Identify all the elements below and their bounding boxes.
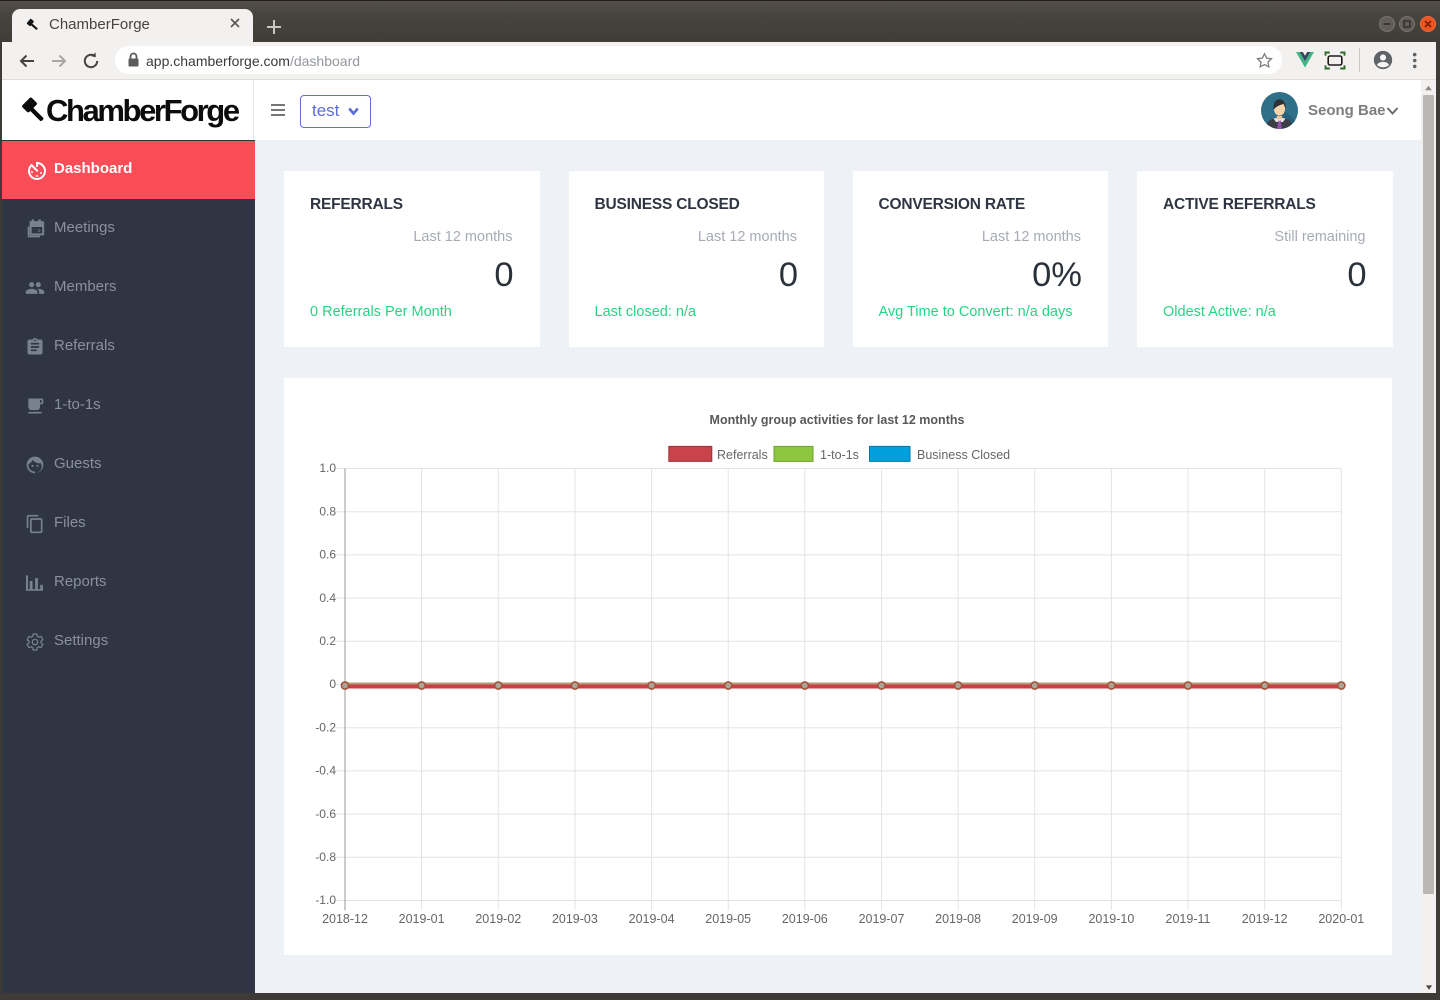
svg-text:0: 0 — [329, 677, 336, 691]
svg-text:2020-01: 2020-01 — [1318, 912, 1364, 926]
svg-text:2019-08: 2019-08 — [935, 912, 981, 926]
svg-text:2019-11: 2019-11 — [1166, 912, 1211, 926]
svg-text:-0.4: -0.4 — [315, 763, 336, 777]
svg-text:2019-01: 2019-01 — [399, 912, 445, 926]
svg-text:2018-12: 2018-12 — [322, 912, 368, 926]
svg-text:2019-05: 2019-05 — [705, 912, 751, 926]
svg-text:0.6: 0.6 — [319, 547, 336, 561]
svg-text:2019-04: 2019-04 — [629, 912, 675, 926]
svg-text:-0.6: -0.6 — [315, 806, 336, 820]
svg-text:-1.0: -1.0 — [315, 893, 336, 907]
svg-text:0.4: 0.4 — [319, 590, 336, 604]
svg-text:2019-02: 2019-02 — [475, 912, 521, 926]
svg-text:1-to-1s: 1-to-1s — [820, 448, 859, 462]
svg-text:Monthly group activities for l: Monthly group activities for last 12 mon… — [710, 413, 965, 427]
svg-text:0.8: 0.8 — [319, 504, 336, 518]
svg-text:-0.8: -0.8 — [315, 850, 336, 864]
svg-text:2019-12: 2019-12 — [1242, 912, 1288, 926]
svg-text:2019-07: 2019-07 — [859, 912, 905, 926]
svg-text:2019-10: 2019-10 — [1088, 912, 1134, 926]
svg-text:Referrals: Referrals — [717, 448, 768, 462]
svg-text:2019-06: 2019-06 — [782, 912, 828, 926]
svg-text:1.0: 1.0 — [319, 461, 336, 475]
svg-text:0.2: 0.2 — [319, 634, 336, 648]
svg-text:-0.2: -0.2 — [315, 720, 336, 734]
svg-text:Business Closed: Business Closed — [917, 448, 1010, 462]
svg-text:2019-03: 2019-03 — [552, 912, 598, 926]
svg-text:2019-09: 2019-09 — [1012, 912, 1058, 926]
